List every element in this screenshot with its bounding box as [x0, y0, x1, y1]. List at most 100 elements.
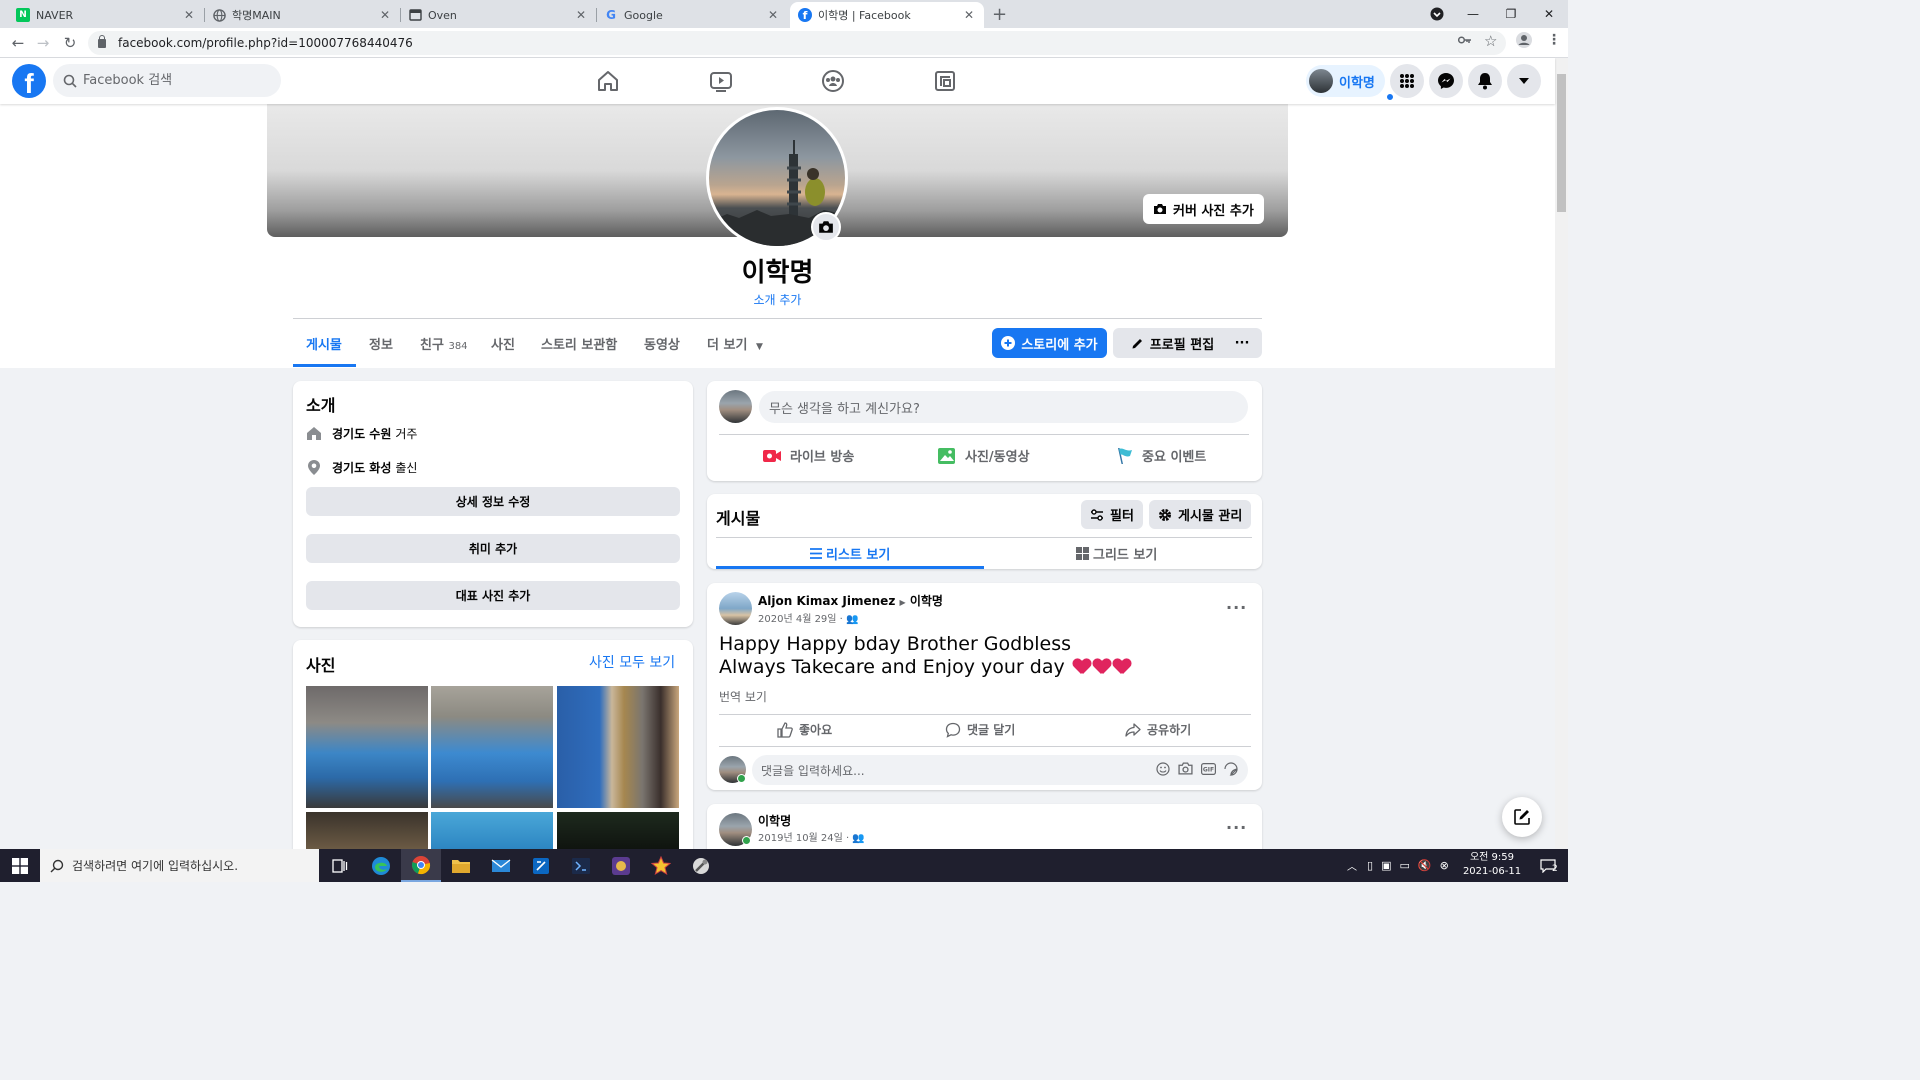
- emoji-icon[interactable]: [1156, 761, 1170, 779]
- life-event-button[interactable]: 중요 이벤트: [1116, 446, 1206, 465]
- add-hobbies-button[interactable]: 취미 추가: [306, 534, 680, 563]
- new-message-button[interactable]: [1502, 797, 1542, 837]
- calculator-app[interactable]: [521, 849, 561, 882]
- close-icon[interactable]: ✕: [962, 8, 976, 22]
- mail-app[interactable]: [481, 849, 521, 882]
- manage-posts-button[interactable]: 게시물 관리: [1149, 500, 1252, 529]
- close-window-button[interactable]: ✕: [1530, 0, 1568, 28]
- messenger-button[interactable]: [1429, 64, 1463, 98]
- live-video-button[interactable]: 라이브 방송: [762, 446, 854, 465]
- task-view-button[interactable]: [320, 849, 360, 882]
- browser-tab-oven[interactable]: Oven ✕: [400, 2, 596, 28]
- network-icon[interactable]: ▭: [1399, 859, 1409, 872]
- game-app[interactable]: [601, 849, 641, 882]
- add-cover-photo-button[interactable]: 커버 사진 추가: [1143, 194, 1264, 224]
- show-hidden-icons-chevron-icon[interactable]: ︿: [1347, 858, 1357, 873]
- post-options-button[interactable]: ···: [1226, 818, 1247, 837]
- update-profile-picture-button[interactable]: [811, 212, 841, 242]
- account-menu-button[interactable]: [1507, 64, 1541, 98]
- facebook-logo[interactable]: f: [12, 64, 46, 98]
- close-icon[interactable]: ✕: [378, 8, 392, 22]
- tab-posts[interactable]: 게시물: [306, 334, 342, 353]
- display-icon[interactable]: ▣: [1381, 859, 1391, 872]
- tab-friends[interactable]: 친구 384: [420, 334, 468, 353]
- photo-thumbnail[interactable]: [431, 686, 553, 808]
- like-button[interactable]: 좋아요: [777, 721, 832, 738]
- tab-about[interactable]: 정보: [369, 334, 393, 353]
- add-featured-button[interactable]: 대표 사진 추가: [306, 581, 680, 610]
- close-icon[interactable]: ✕: [766, 8, 780, 22]
- profile-more-button[interactable]: ···: [1222, 328, 1262, 358]
- star-app[interactable]: [641, 849, 681, 882]
- star-icon[interactable]: ☆: [1484, 32, 1497, 50]
- camera-icon[interactable]: [1178, 762, 1193, 778]
- watch-icon[interactable]: [707, 67, 735, 95]
- tab-story-archive[interactable]: 스토리 보관함: [541, 334, 617, 353]
- photo-thumbnail[interactable]: [431, 812, 553, 849]
- photo-thumbnail[interactable]: [306, 686, 428, 808]
- sticker-icon[interactable]: [1224, 761, 1238, 779]
- comment-button[interactable]: 댓글 달기: [945, 721, 1015, 738]
- taskbar-search[interactable]: 검색하려면 여기에 입력하십시오.: [40, 849, 319, 882]
- facebook-search[interactable]: [53, 64, 281, 97]
- post-date[interactable]: 2019년 10월 24일 ·: [758, 833, 849, 844]
- tool-app[interactable]: [681, 849, 721, 882]
- status-icon[interactable]: ⊗: [1440, 859, 1449, 872]
- vscode-app[interactable]: [561, 849, 601, 882]
- whats-on-your-mind-input[interactable]: 무슨 생각을 하고 계신가요?: [759, 391, 1248, 423]
- post-options-button[interactable]: ···: [1226, 598, 1247, 617]
- post-author-name[interactable]: Aljon Kimax Jimenez: [758, 594, 895, 608]
- photo-thumbnail[interactable]: [306, 812, 428, 849]
- gaming-icon[interactable]: [931, 67, 959, 95]
- home-icon[interactable]: [594, 67, 622, 95]
- share-button[interactable]: 공유하기: [1125, 721, 1191, 738]
- restore-button[interactable]: ❐: [1492, 0, 1530, 28]
- volume-muted-icon[interactable]: 🔇: [1418, 859, 1432, 872]
- forward-arrow-icon[interactable]: →: [33, 33, 53, 53]
- lives-in-place[interactable]: 경기도 수원: [332, 425, 391, 442]
- filter-button[interactable]: 필터: [1081, 500, 1143, 529]
- browser-tab-hakmyeong-main[interactable]: 학명MAIN ✕: [204, 2, 400, 28]
- notification-center-button[interactable]: 2: [1533, 849, 1563, 882]
- post-target-name[interactable]: 이학명: [910, 594, 943, 608]
- groups-icon[interactable]: [819, 67, 847, 95]
- back-arrow-icon[interactable]: ←: [8, 33, 28, 53]
- add-to-story-button[interactable]: 스토리에 추가: [992, 328, 1107, 358]
- tab-search-button[interactable]: [1418, 0, 1456, 28]
- tab-videos[interactable]: 동영상: [644, 334, 680, 353]
- close-icon[interactable]: ✕: [574, 8, 588, 22]
- add-bio-link[interactable]: 소개 추가: [0, 291, 1555, 308]
- edit-profile-button[interactable]: 프로필 편집: [1113, 328, 1232, 358]
- browser-tab-facebook[interactable]: f 이학명 | Facebook ✕: [790, 2, 984, 28]
- edit-details-button[interactable]: 상세 정보 수정: [306, 487, 680, 516]
- see-translation-link[interactable]: 번역 보기: [719, 688, 767, 705]
- tab-list-view[interactable]: 리스트 보기: [810, 544, 890, 563]
- search-input[interactable]: [83, 73, 263, 88]
- scrollbar-thumb[interactable]: [1557, 74, 1566, 212]
- browser-tab-google[interactable]: G Google ✕: [596, 2, 788, 28]
- windows-start-button[interactable]: [0, 849, 40, 882]
- new-tab-button[interactable]: +: [992, 4, 1007, 25]
- tab-grid-view[interactable]: 그리드 보기: [1076, 544, 1157, 563]
- header-profile-chip[interactable]: 이학명: [1306, 65, 1385, 97]
- comment-input[interactable]: 댓글을 입력하세요... GIF: [752, 755, 1248, 785]
- close-icon[interactable]: ✕: [182, 8, 196, 22]
- taskbar-clock[interactable]: 오전 9:59 2021-06-11: [1458, 851, 1526, 879]
- post-date[interactable]: 2020년 4월 29일 ·: [758, 614, 843, 625]
- notifications-button[interactable]: [1468, 64, 1502, 98]
- see-all-photos-link[interactable]: 사진 모두 보기: [589, 652, 675, 672]
- address-bar[interactable]: facebook.com/profile.php?id=100007768440…: [88, 31, 1506, 55]
- avatar[interactable]: [719, 390, 752, 423]
- edge-app[interactable]: [361, 849, 401, 882]
- photo-thumbnail[interactable]: [557, 812, 679, 849]
- photo-video-button[interactable]: 사진/동영상: [937, 446, 1030, 465]
- photo-thumbnail[interactable]: [557, 686, 679, 808]
- file-explorer-app[interactable]: [441, 849, 481, 882]
- from-place[interactable]: 경기도 화성: [332, 459, 391, 476]
- menu-kebab-icon[interactable]: ⋮: [1547, 32, 1561, 48]
- menu-grid-button[interactable]: [1390, 64, 1424, 98]
- device-icon[interactable]: ▯: [1367, 859, 1373, 872]
- tab-more[interactable]: 더 보기 ▼: [707, 334, 763, 353]
- post-author-name[interactable]: 이학명: [758, 812, 791, 829]
- minimize-button[interactable]: —: [1454, 0, 1492, 28]
